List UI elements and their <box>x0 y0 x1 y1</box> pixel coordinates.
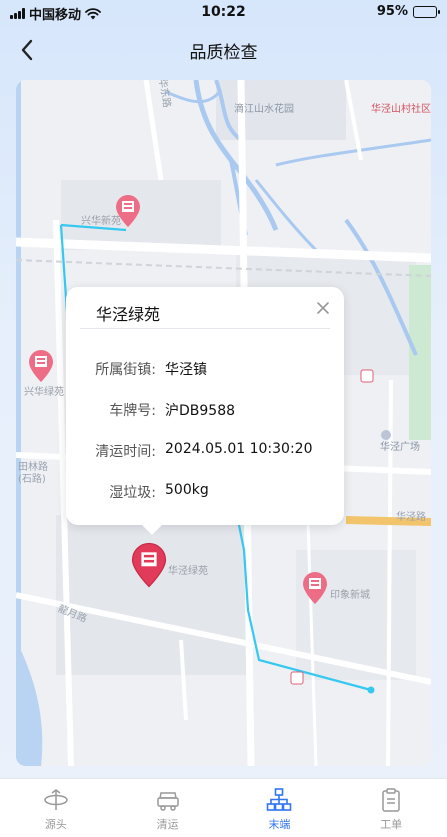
tab-transport[interactable]: 清运 <box>112 779 224 837</box>
popup-divider <box>80 328 330 329</box>
popup-row-street: 所属街镇: 华泾镇 <box>66 359 344 379</box>
tab-label: 末端 <box>268 818 291 831</box>
poi-label: 兴华新苑 <box>81 216 121 227</box>
battery-icon <box>413 5 440 18</box>
info-popup: 华泾绿苑 所属街镇: 华泾镇 车牌号: 沪DB9588 清运时间: 2024.0… <box>66 287 344 535</box>
tab-terminal[interactable]: 末端 <box>224 779 336 837</box>
popup-row-value: 2024.05.01 10:30:20 <box>165 441 313 457</box>
popup-row-key: 车牌号: <box>109 403 156 419</box>
popup-row-plate: 车牌号: 沪DB9588 <box>66 400 344 420</box>
popup-row-time: 清运时间: 2024.05.01 10:30:20 <box>66 441 344 461</box>
nav-bar: 品质检查 <box>0 28 447 72</box>
map-label-community: 华泾山村社区 <box>371 104 431 115</box>
map-label-road-right: 华泾路 <box>396 512 426 523</box>
battery-percent: 95% <box>376 4 408 19</box>
close-icon[interactable] <box>316 301 330 315</box>
selected-poi-marker-icon[interactable] <box>130 542 168 588</box>
tab-label: 清运 <box>156 818 179 831</box>
source-icon <box>44 789 68 810</box>
poi-label: 兴华绿苑 <box>24 387 64 398</box>
tab-source[interactable]: 源头 <box>0 779 112 837</box>
popup-row-wet-waste: 湿垃圾: 500kg <box>66 482 344 502</box>
tab-label: 工单 <box>380 818 403 831</box>
truck-icon <box>156 792 179 811</box>
moon-icon <box>361 6 369 17</box>
popup-row-value: 500kg <box>165 482 209 498</box>
status-bar: 中国移动 10:22 95% <box>0 0 447 24</box>
tab-label: 源头 <box>44 818 67 831</box>
network-tree-icon <box>267 788 292 811</box>
popup-row-value: 华泾镇 <box>165 362 207 378</box>
tab-bar: 源头 清运 末端 工单 <box>0 778 447 837</box>
tab-workorder[interactable]: 工单 <box>335 779 447 837</box>
popup-title: 华泾绿苑 <box>96 305 161 324</box>
poi-marker-icon[interactable] <box>26 348 56 384</box>
map-label-park: 滴江山水花园 <box>234 104 294 115</box>
status-right: 95% <box>360 4 440 19</box>
map-label-left-small2: (石路) <box>18 474 46 485</box>
map-label-plaza: 华泾广场 <box>380 442 420 453</box>
poi-label: 印象新城 <box>330 590 370 601</box>
poi-marker-icon[interactable] <box>300 570 330 606</box>
popup-row-value: 沪DB9588 <box>165 403 236 419</box>
popup-row-key: 湿垃圾: <box>109 485 156 501</box>
popup-row-key: 清运时间: <box>95 444 156 460</box>
poi-label: 华泾绿苑 <box>168 566 208 577</box>
popup-row-key: 所属街镇: <box>95 362 156 378</box>
page-title: 品质检查 <box>189 43 258 63</box>
clipboard-icon <box>382 788 400 812</box>
